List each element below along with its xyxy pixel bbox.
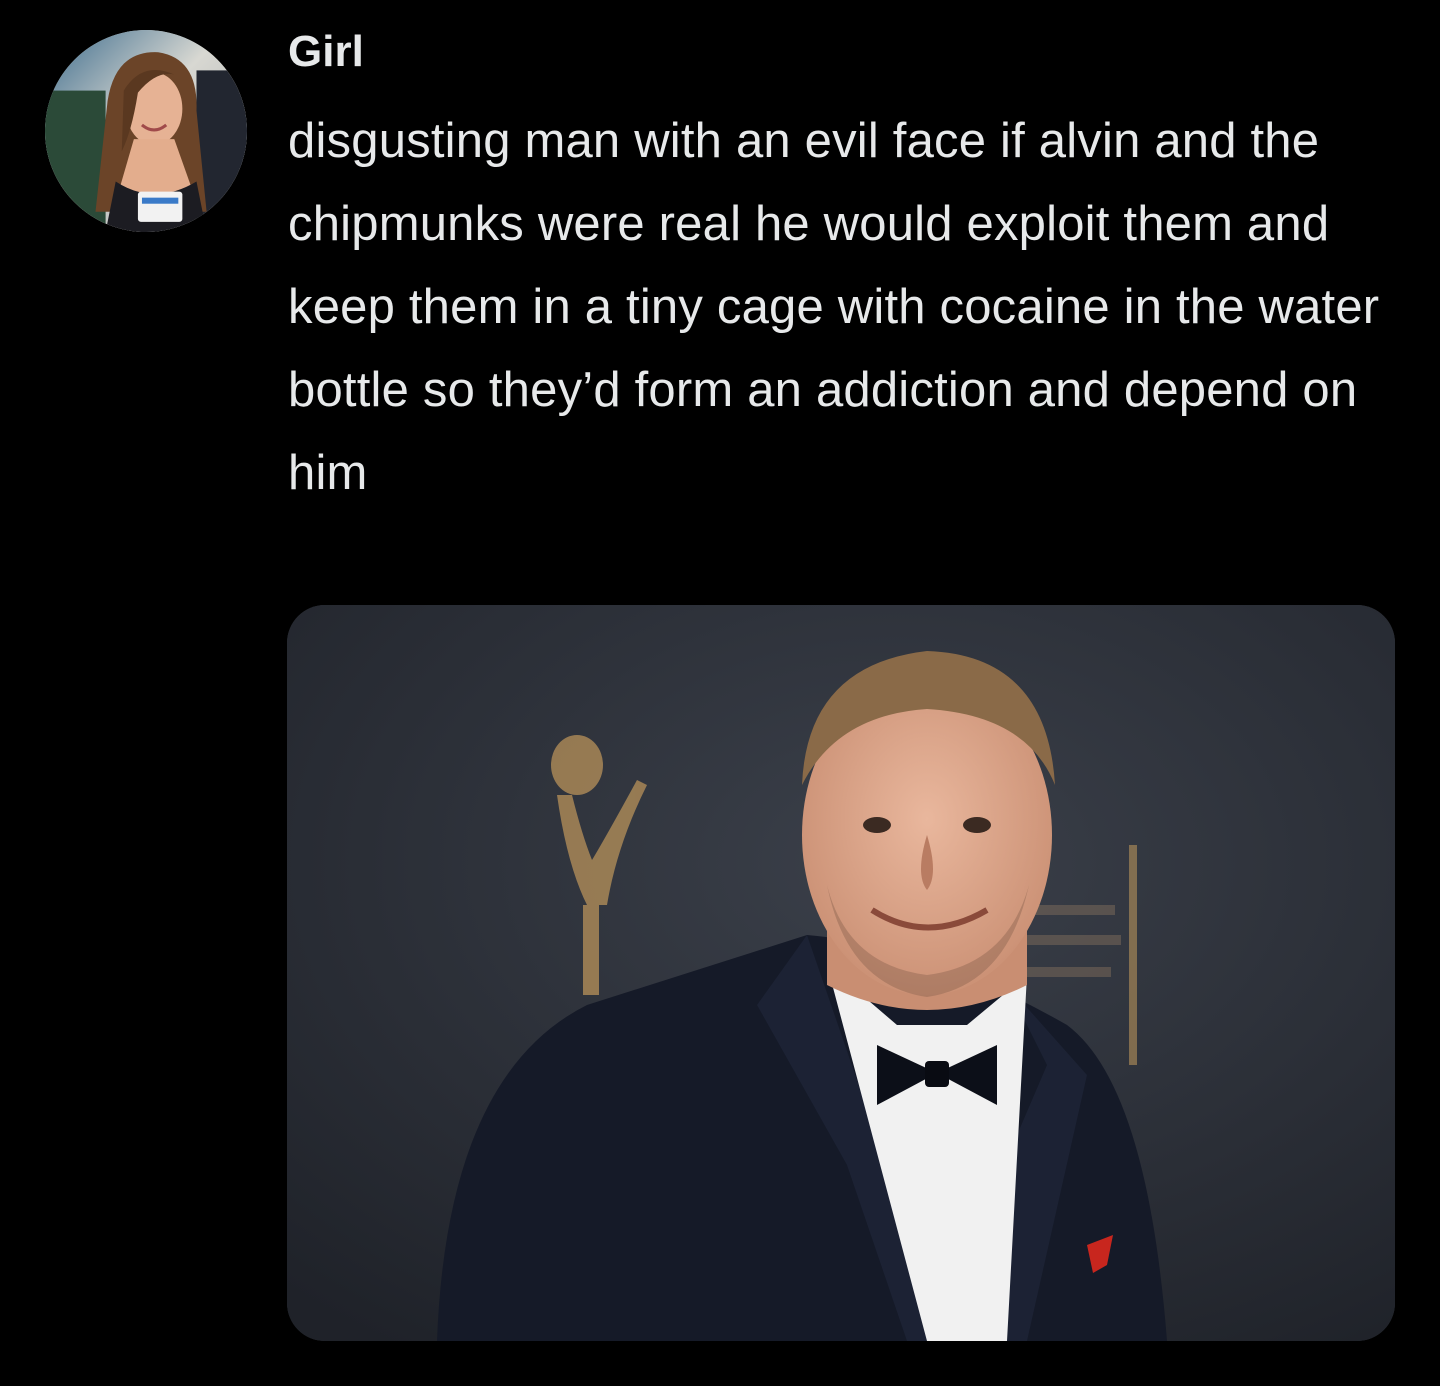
tweet-photo[interactable] bbox=[287, 605, 1395, 1341]
man-in-tuxedo-photo-icon bbox=[287, 605, 1395, 1341]
author-display-name[interactable]: Girl bbox=[288, 24, 364, 80]
avatar[interactable] bbox=[45, 30, 247, 232]
tweet-text: disgusting man with an evil face if alvi… bbox=[288, 114, 1380, 500]
tweet: Girl disgusting man with an evil face if… bbox=[0, 0, 1440, 1386]
profile-photo-avatar-icon bbox=[45, 30, 247, 232]
